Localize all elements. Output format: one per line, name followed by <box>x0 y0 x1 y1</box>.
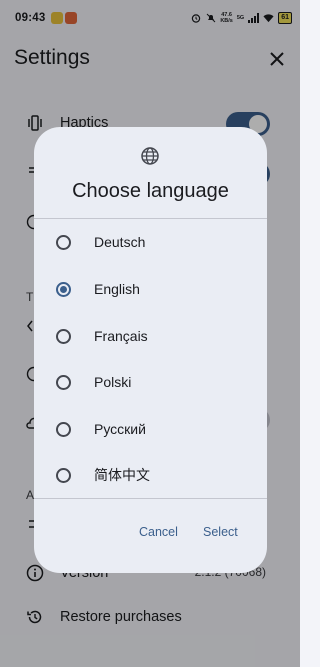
language-option-english[interactable]: English <box>34 266 267 312</box>
radio-button[interactable] <box>56 374 71 390</box>
cancel-button[interactable]: Cancel <box>139 525 178 539</box>
language-label: Français <box>94 328 148 344</box>
language-label: English <box>94 281 140 297</box>
language-dialog: Choose language Deutsch English Français… <box>34 127 267 573</box>
radio-button[interactable] <box>56 421 71 437</box>
radio-button[interactable] <box>56 234 71 250</box>
radio-button-selected[interactable] <box>56 281 71 297</box>
language-label: Polski <box>94 374 132 390</box>
language-option-chinese[interactable]: 简体中文 <box>34 452 267 498</box>
select-button[interactable]: Select <box>203 525 238 539</box>
divider-bottom <box>34 498 267 499</box>
radio-button[interactable] <box>56 467 71 483</box>
dialog-title: Choose language <box>72 180 229 202</box>
globe-icon <box>141 147 159 165</box>
radio-button[interactable] <box>56 328 71 344</box>
language-label: Deutsch <box>94 234 146 250</box>
language-option-francais[interactable]: Français <box>34 313 267 359</box>
language-option-russian[interactable]: Русский <box>34 406 267 452</box>
language-option-polski[interactable]: Polski <box>34 359 267 405</box>
language-label: Русский <box>94 421 146 437</box>
language-option-deutsch[interactable]: Deutsch <box>34 219 267 265</box>
language-label: 简体中文 <box>94 467 150 483</box>
